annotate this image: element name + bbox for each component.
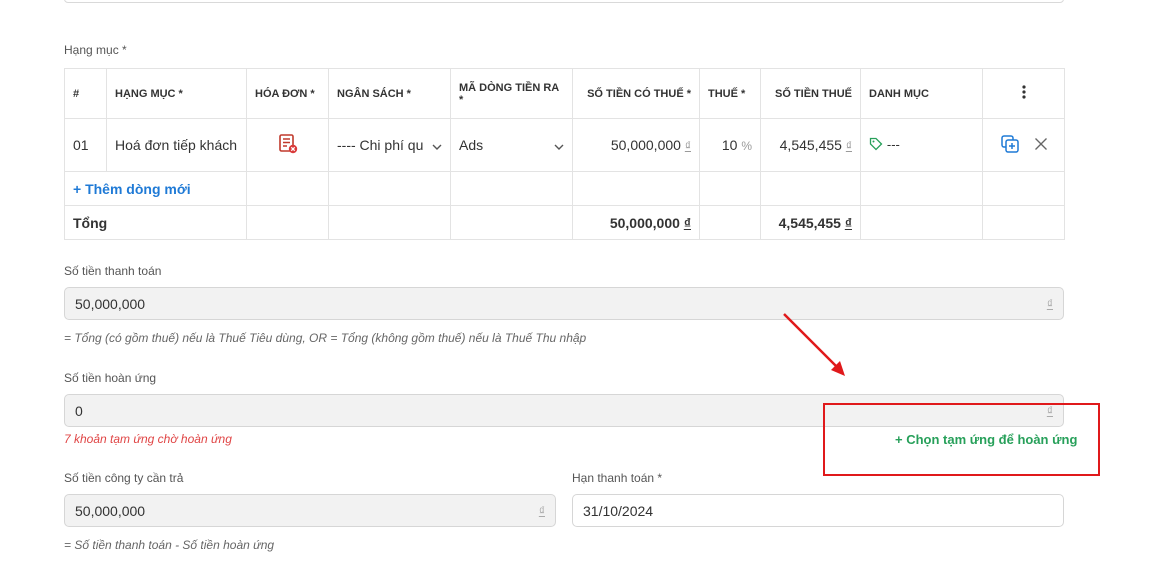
annotation-arrow <box>783 313 845 376</box>
